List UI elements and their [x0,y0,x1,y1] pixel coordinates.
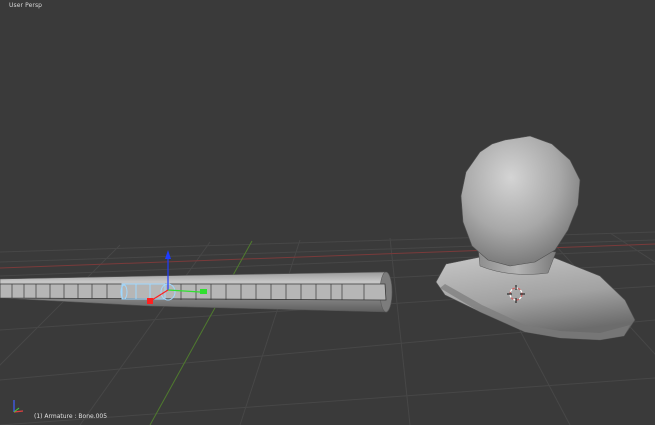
grid-y-axis [149,240,253,425]
3d-viewport[interactable]: User Persp (1) Armature : Bone.005 [0,0,655,425]
active-object-status: (1) Armature : Bone.005 [34,413,108,420]
axis-orientation-icon [13,400,24,413]
viewport-scene [0,135,655,425]
view-label: User Persp [9,2,43,9]
